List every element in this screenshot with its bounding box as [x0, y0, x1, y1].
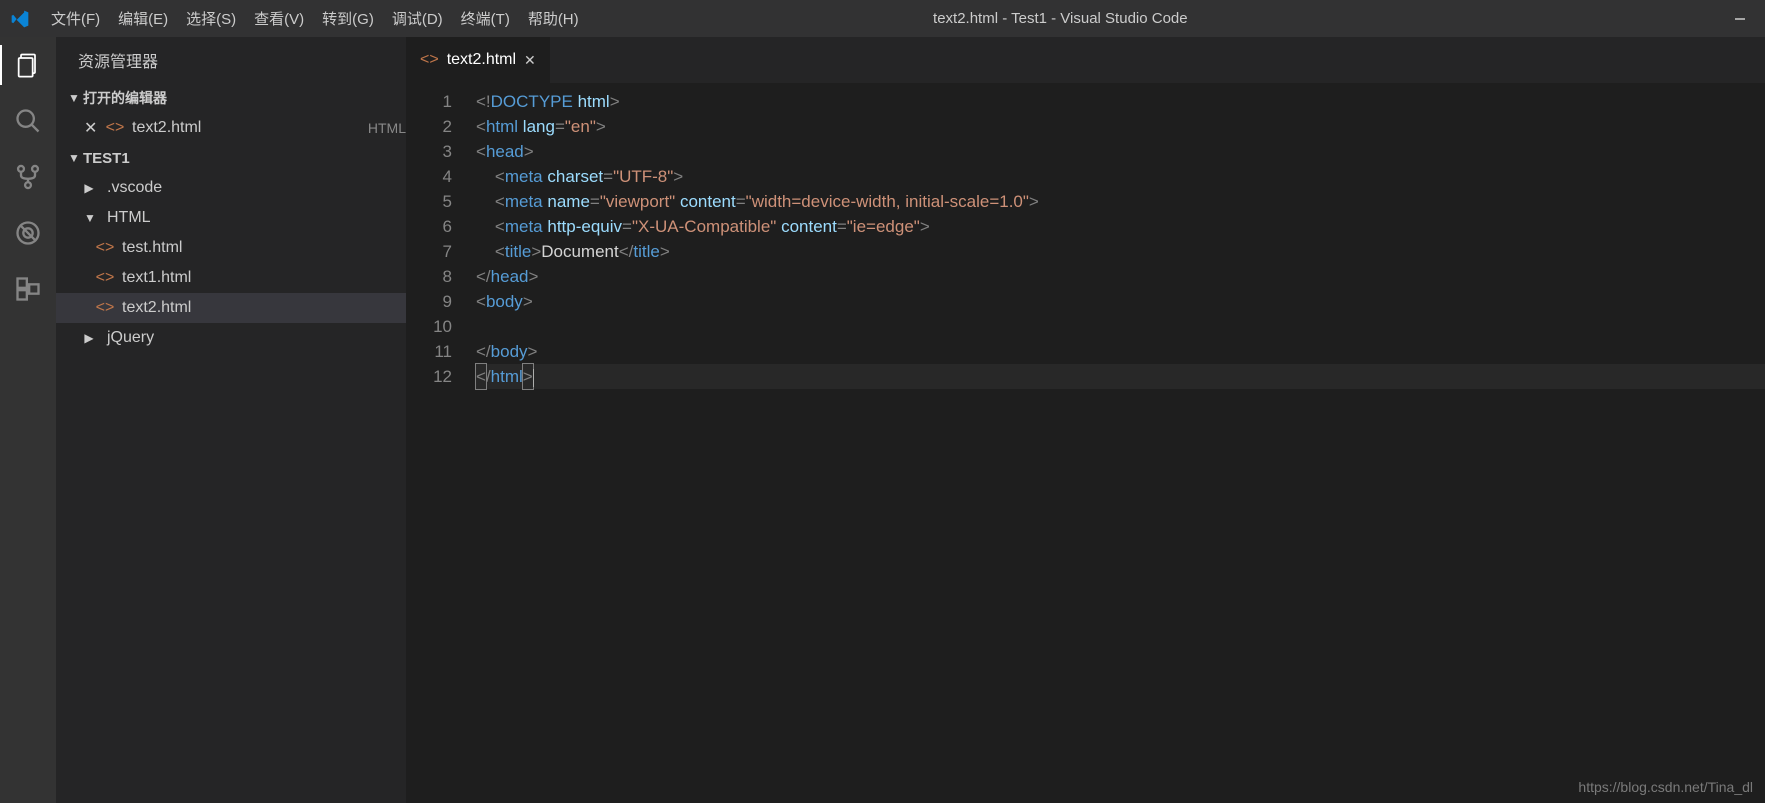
item-label: HTML	[107, 209, 406, 227]
menu-item[interactable]: 文件(F)	[42, 8, 109, 29]
tab-text2[interactable]: <> text2.html ✕	[406, 37, 551, 83]
code-line[interactable]: </head>	[476, 264, 1765, 289]
code-line[interactable]: <head>	[476, 139, 1765, 164]
code-line[interactable]: <!DOCTYPE html>	[476, 89, 1765, 114]
chevron-down-icon: ▼	[68, 151, 78, 165]
html-file-icon: <>	[96, 269, 114, 287]
explorer-icon[interactable]	[12, 49, 44, 81]
file-item[interactable]: <> text1.html	[56, 263, 406, 293]
html-file-icon: <>	[106, 119, 124, 137]
item-label: test.html	[122, 239, 406, 257]
item-label: .vscode	[107, 179, 406, 197]
item-label: text2.html	[122, 299, 406, 317]
menu-item[interactable]: 编辑(E)	[109, 8, 177, 29]
search-icon[interactable]	[12, 105, 44, 137]
code-line[interactable]: <html lang="en">	[476, 114, 1765, 139]
extensions-icon[interactable]	[12, 273, 44, 305]
file-item[interactable]: <> test.html	[56, 233, 406, 263]
item-label: jQuery	[107, 329, 406, 347]
title-bar: 文件(F)编辑(E)选择(S)查看(V)转到(G)调试(D)终端(T)帮助(H)…	[0, 0, 1765, 37]
code-line[interactable]: <meta charset="UTF-8">	[476, 164, 1765, 189]
html-file-icon: <>	[96, 299, 114, 317]
menu-item[interactable]: 查看(V)	[245, 8, 313, 29]
item-label: text1.html	[122, 269, 406, 287]
menu-item[interactable]: 终端(T)	[452, 8, 519, 29]
activity-bar	[0, 37, 56, 803]
chevron-down-icon: ▼	[68, 91, 78, 105]
code-editor[interactable]: 123456789101112 <!DOCTYPE html><html lan…	[406, 83, 1765, 803]
close-icon[interactable]: ✕	[524, 52, 536, 69]
editor-area: <> text2.html ✕ 123456789101112 <!DOCTYP…	[406, 37, 1765, 803]
folder-name: TEST1	[83, 150, 130, 167]
menu-item[interactable]: 转到(G)	[313, 8, 383, 29]
chevron-right-icon: ▶	[84, 331, 94, 345]
menu-item[interactable]: 调试(D)	[383, 8, 452, 29]
code-line[interactable]: <meta http-equiv="X-UA-Compatible" conte…	[476, 214, 1765, 239]
code-line[interactable]: <meta name="viewport" content="width=dev…	[476, 189, 1765, 214]
open-editors-label: 打开的编辑器	[83, 88, 167, 108]
chevron-down-icon: ▼	[84, 211, 94, 225]
tab-label: text2.html	[447, 51, 516, 69]
window-title: text2.html - Test1 - Visual Studio Code	[588, 10, 1733, 27]
code-line[interactable]: <body>	[476, 289, 1765, 314]
watermark-text: https://blog.csdn.net/Tina_dl	[1578, 779, 1753, 795]
debug-icon[interactable]	[12, 217, 44, 249]
window-controls	[1733, 12, 1747, 26]
html-file-icon: <>	[420, 51, 439, 69]
close-icon[interactable]: ✕	[84, 118, 98, 138]
editor-tabs: <> text2.html ✕	[406, 37, 1765, 83]
code-content[interactable]: <!DOCTYPE html><html lang="en"><head> <m…	[476, 89, 1765, 803]
folder-item[interactable]: ▶ .vscode	[56, 173, 406, 203]
code-line[interactable]: <title>Document</title>	[476, 239, 1765, 264]
code-line[interactable]: </body>	[476, 339, 1765, 364]
folder-item[interactable]: ▶ jQuery	[56, 323, 406, 353]
open-editor-item[interactable]: ✕ <> text2.html HTML	[56, 113, 406, 143]
file-name: text2.html	[132, 119, 356, 137]
folder-header[interactable]: ▼ TEST1	[56, 143, 406, 173]
menu-item[interactable]: 帮助(H)	[519, 8, 588, 29]
vscode-logo-icon	[8, 7, 32, 31]
minimize-button[interactable]	[1733, 12, 1747, 26]
open-editors-header[interactable]: ▼ 打开的编辑器	[56, 83, 406, 113]
folder-item[interactable]: ▼ HTML	[56, 203, 406, 233]
file-tree: ▼ 打开的编辑器 ✕ <> text2.html HTML ▼ TEST1 ▶ .vsc…	[56, 83, 406, 353]
menu-item[interactable]: 选择(S)	[177, 8, 245, 29]
code-line[interactable]	[476, 314, 1765, 339]
code-line[interactable]: </html>	[476, 364, 1765, 389]
sidebar-title: 资源管理器	[56, 37, 406, 83]
chevron-right-icon: ▶	[84, 181, 94, 195]
source-control-icon[interactable]	[12, 161, 44, 193]
sidebar: 资源管理器 ▼ 打开的编辑器 ✕ <> text2.html HTML ▼ TEST1…	[56, 37, 406, 803]
file-meta: HTML	[368, 120, 406, 136]
menu-bar: 文件(F)编辑(E)选择(S)查看(V)转到(G)调试(D)终端(T)帮助(H)	[42, 8, 588, 29]
file-item[interactable]: <> text2.html	[56, 293, 406, 323]
line-numbers: 123456789101112	[406, 89, 476, 803]
html-file-icon: <>	[96, 239, 114, 257]
